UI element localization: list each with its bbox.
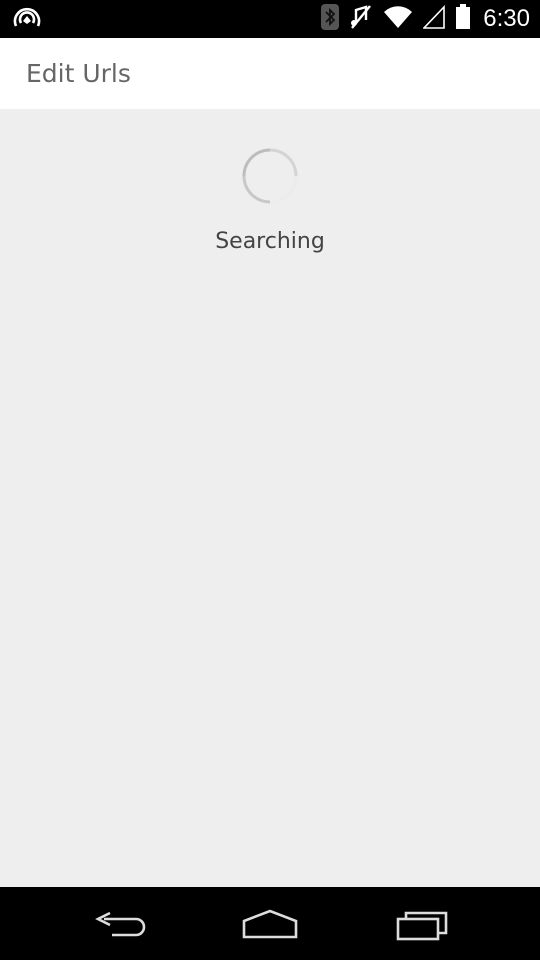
- loading-spinner-icon: [241, 147, 299, 205]
- home-icon[interactable]: [240, 905, 300, 945]
- app-bar: Edit Urls: [0, 38, 540, 109]
- searching-status-text: Searching: [215, 229, 325, 254]
- signal-icon: [422, 4, 446, 35]
- status-icons: 6:30: [321, 0, 530, 38]
- status-time: 6:30: [483, 5, 530, 32]
- recent-apps-icon[interactable]: [390, 905, 450, 945]
- wifi-icon: [383, 4, 413, 35]
- hotspot-icon: [12, 6, 42, 32]
- page-title: Edit Urls: [26, 59, 131, 88]
- battery-icon: [455, 3, 471, 35]
- back-icon[interactable]: [90, 905, 150, 945]
- bluetooth-icon: [321, 3, 340, 35]
- screen: 6:30 Edit Urls Searching: [0, 0, 540, 960]
- main-content: Searching: [0, 109, 540, 887]
- navigation-bar: [0, 887, 540, 960]
- mute-icon: [349, 4, 373, 35]
- status-bar: 6:30: [0, 0, 540, 38]
